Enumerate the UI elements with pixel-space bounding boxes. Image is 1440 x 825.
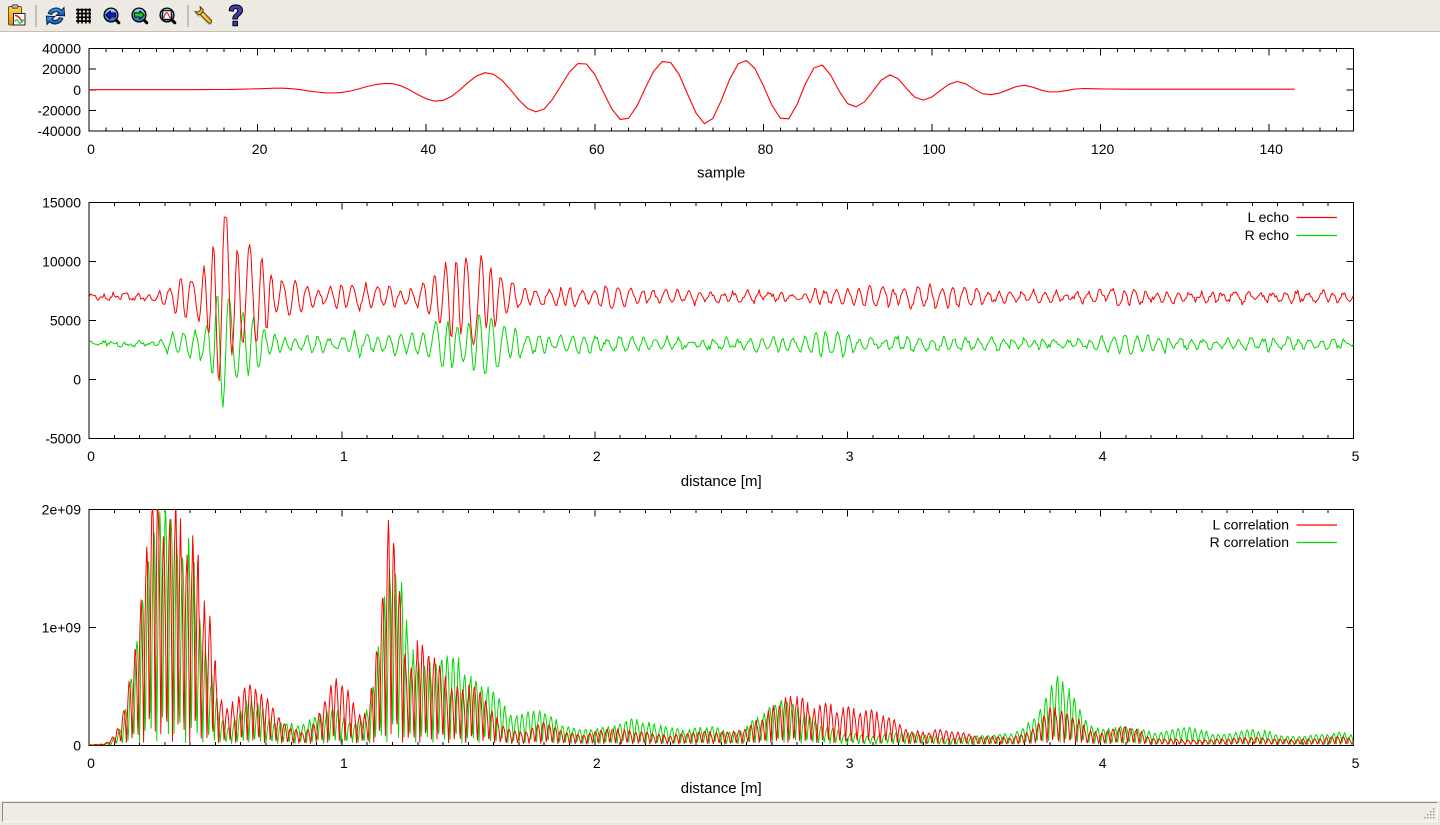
svg-text:20000: 20000	[42, 61, 81, 77]
svg-text:L echo: L echo	[1247, 209, 1289, 225]
svg-text:80: 80	[758, 141, 774, 157]
svg-text:-40000: -40000	[37, 123, 81, 139]
svg-text:100: 100	[922, 141, 946, 157]
svg-text:sample: sample	[697, 165, 745, 182]
svg-text:0: 0	[73, 738, 81, 754]
svg-text:1e+09: 1e+09	[42, 620, 82, 636]
svg-text:distance [m]: distance [m]	[681, 473, 762, 490]
svg-text:140: 140	[1260, 141, 1284, 157]
svg-text:0: 0	[87, 448, 95, 464]
svg-text:1: 1	[340, 755, 348, 771]
svg-text:L correlation: L correlation	[1212, 517, 1289, 533]
svg-text:-20000: -20000	[37, 102, 81, 118]
svg-text:distance [m]: distance [m]	[681, 780, 762, 797]
svg-text:40000: 40000	[42, 41, 81, 57]
svg-text:4: 4	[1099, 755, 1107, 771]
svg-text:0: 0	[73, 82, 81, 98]
svg-text:4: 4	[1099, 448, 1107, 464]
svg-text:R echo: R echo	[1245, 227, 1290, 243]
svg-text:15000: 15000	[42, 195, 81, 211]
svg-text:2: 2	[593, 448, 601, 464]
svg-text:3: 3	[846, 755, 854, 771]
svg-text:0: 0	[87, 755, 95, 771]
svg-text:120: 120	[1091, 141, 1115, 157]
svg-text:2: 2	[593, 755, 601, 771]
svg-text:60: 60	[589, 141, 605, 157]
svg-text:5000: 5000	[50, 313, 81, 329]
svg-text:5: 5	[1352, 448, 1360, 464]
svg-text:20: 20	[252, 141, 268, 157]
svg-text:3: 3	[846, 448, 854, 464]
svg-text:1: 1	[340, 448, 348, 464]
svg-text:2e+09: 2e+09	[42, 502, 82, 518]
svg-text:-5000: -5000	[45, 431, 81, 447]
svg-text:0: 0	[87, 141, 95, 157]
svg-text:R correlation: R correlation	[1210, 534, 1289, 550]
svg-text:40: 40	[420, 141, 436, 157]
svg-text:5: 5	[1352, 755, 1360, 771]
svg-text:0: 0	[73, 372, 81, 388]
svg-text:10000: 10000	[42, 254, 81, 270]
